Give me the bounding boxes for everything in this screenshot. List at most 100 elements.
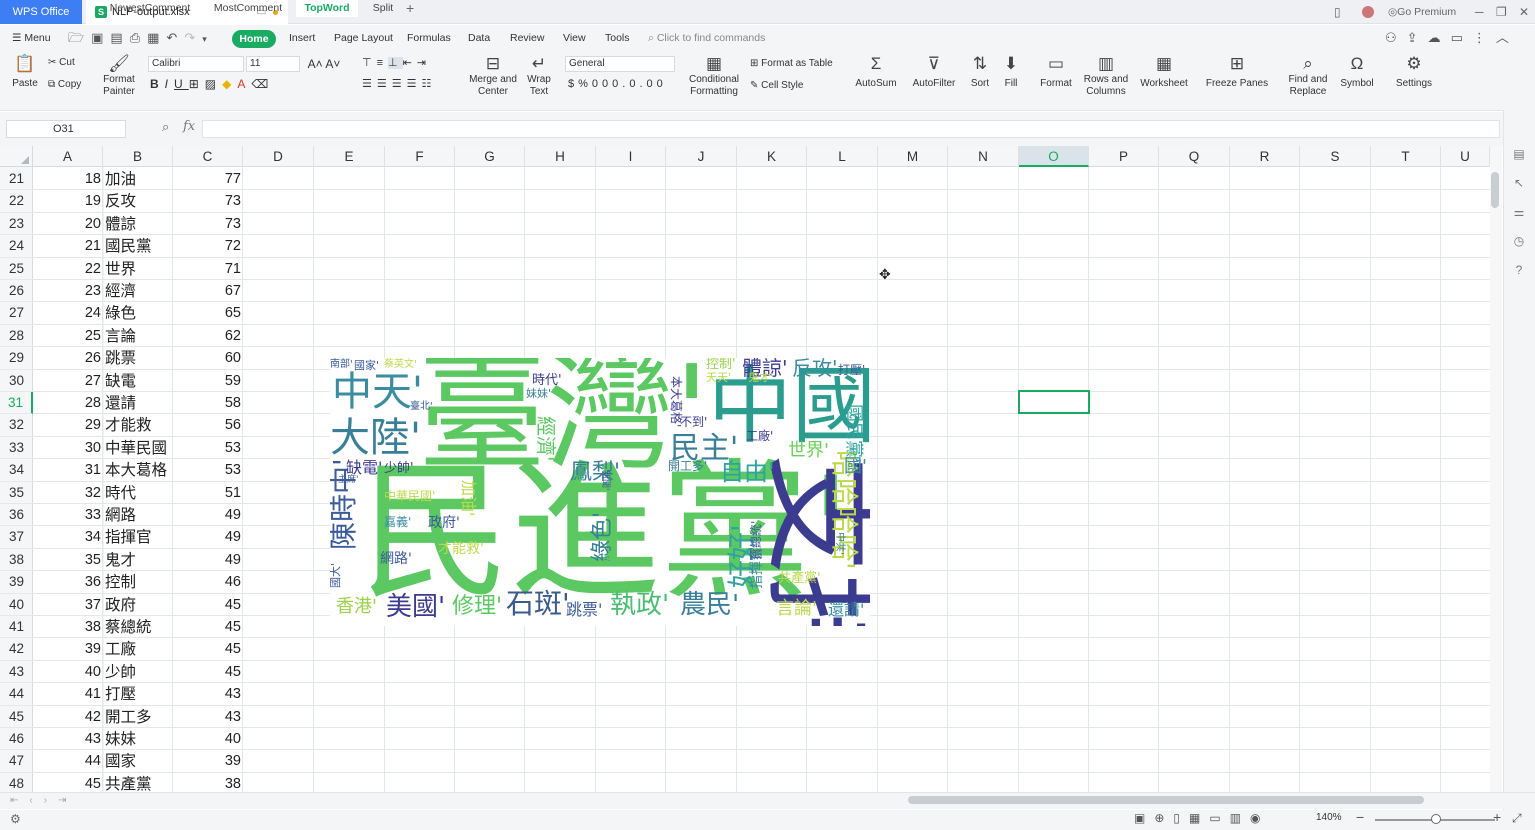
tab-formulas[interactable]: Formulas: [407, 25, 451, 51]
row-header-39[interactable]: 39: [0, 571, 33, 594]
currency-icon[interactable]: $: [568, 78, 578, 90]
symbol-button[interactable]: Ω Symbol: [1336, 54, 1378, 90]
sort-button[interactable]: ⇅ Sort: [966, 54, 994, 90]
row-header-25[interactable]: 25: [0, 258, 33, 280]
cell-count[interactable]: 53: [173, 459, 241, 481]
select-all-corner[interactable]: [0, 146, 33, 167]
cell-word[interactable]: 體諒: [105, 213, 136, 235]
row-header-43[interactable]: 43: [0, 661, 33, 684]
history-icon[interactable]: ◷: [1512, 227, 1526, 256]
font-size-select[interactable]: 11: [246, 56, 300, 72]
settings-button[interactable]: ⚙ Settings: [1392, 54, 1436, 90]
cell-rank[interactable]: 42: [33, 706, 101, 728]
open-file-icon[interactable]: 🗁: [68, 30, 91, 45]
cell-word[interactable]: 工廠: [105, 638, 136, 660]
row-header-37[interactable]: 37: [0, 526, 33, 549]
column-header-l[interactable]: L: [807, 146, 878, 167]
save-icon[interactable]: ▣: [91, 30, 110, 45]
decrease-decimal-icon[interactable]: .00: [639, 78, 666, 90]
format-as-table-button[interactable]: ⊞ Format as Table: [750, 58, 833, 70]
bold-button[interactable]: B: [150, 77, 165, 91]
cell-count[interactable]: 53: [173, 437, 241, 459]
thousands-icon[interactable]: 000: [592, 78, 622, 90]
cell-count[interactable]: 51: [173, 482, 241, 504]
cell-word[interactable]: 綠色: [105, 302, 136, 324]
column-header-a[interactable]: A: [33, 146, 103, 167]
row-header-42[interactable]: 42: [0, 638, 33, 661]
cell-count[interactable]: 43: [173, 706, 241, 728]
column-header-n[interactable]: N: [948, 146, 1019, 167]
vertical-scrollbar[interactable]: [1490, 146, 1502, 792]
wrap-text-button[interactable]: ↵ Wrap Text: [524, 54, 554, 98]
collaborate-icon[interactable]: ⚇: [1385, 30, 1407, 45]
cell-count[interactable]: 49: [173, 504, 241, 526]
column-header-m[interactable]: M: [878, 146, 948, 167]
column-header-j[interactable]: J: [666, 146, 737, 167]
align-center-icon[interactable]: ☰: [377, 78, 392, 90]
cell-rank[interactable]: 44: [33, 750, 101, 772]
cell-rank[interactable]: 19: [33, 190, 101, 212]
number-format-select[interactable]: General: [565, 56, 675, 72]
clear-format-icon[interactable]: ⌫: [251, 77, 274, 91]
cell-rank[interactable]: 34: [33, 526, 101, 548]
copy-button[interactable]: ⧉ Copy: [48, 79, 81, 91]
zoom-in-button[interactable]: +: [1493, 809, 1501, 825]
select-icon[interactable]: ↖: [1512, 169, 1526, 198]
menu-button[interactable]: ☰ Menu: [12, 25, 51, 51]
collapse-ribbon-icon[interactable]: ︿: [1496, 30, 1519, 45]
close-window-button[interactable]: ✕: [1519, 0, 1529, 24]
worksheet-button[interactable]: ▦ Worksheet: [1136, 54, 1192, 90]
cell-rank[interactable]: 26: [33, 347, 101, 369]
row-header-28[interactable]: 28: [0, 325, 33, 348]
print-preview-icon[interactable]: ▦: [147, 30, 166, 45]
row-header-21[interactable]: 21: [0, 168, 33, 191]
paste-button[interactable]: 📋 Paste: [8, 54, 42, 90]
sheet-tab-mostcomment[interactable]: MostComment: [206, 0, 290, 17]
column-header-u[interactable]: U: [1441, 146, 1490, 167]
row-header-36[interactable]: 36: [0, 504, 33, 527]
align-top-icon[interactable]: ⊤: [362, 57, 377, 69]
export-pdf-icon[interactable]: ▤: [110, 30, 129, 45]
cell-word[interactable]: 經濟: [105, 280, 136, 302]
cell-word[interactable]: 加油: [105, 168, 136, 190]
cell-word[interactable]: 還請: [105, 392, 136, 414]
tab-review[interactable]: Review: [510, 25, 544, 51]
comment-icon[interactable]: ▭: [1451, 30, 1473, 45]
cell-rank[interactable]: 29: [33, 414, 101, 436]
cell-rank[interactable]: 22: [33, 258, 101, 280]
column-header-f[interactable]: F: [385, 146, 455, 167]
cell-word[interactable]: 控制: [105, 571, 136, 593]
increase-decimal-icon[interactable]: .0: [622, 78, 639, 90]
cell-rank[interactable]: 45: [33, 773, 101, 792]
crosshair-icon[interactable]: ⊕: [1154, 811, 1173, 825]
align-middle-icon[interactable]: ≡: [377, 57, 388, 69]
cell-rank[interactable]: 32: [33, 482, 101, 504]
cell-rank[interactable]: 31: [33, 459, 101, 481]
cell-rank[interactable]: 38: [33, 616, 101, 638]
cell-word[interactable]: 妹妹: [105, 728, 136, 750]
cell-count[interactable]: 62: [173, 325, 241, 347]
help-icon[interactable]: ?: [1512, 256, 1526, 285]
minimize-button[interactable]: ─: [1475, 0, 1484, 24]
sheet-tab-newestcomment[interactable]: NewestComment: [104, 0, 196, 17]
tab-tools[interactable]: Tools: [605, 25, 630, 51]
cell-count[interactable]: 46: [173, 571, 241, 593]
column-header-t[interactable]: T: [1371, 146, 1441, 167]
vertical-scroll-thumb[interactable]: [1491, 172, 1499, 208]
formula-input[interactable]: [202, 120, 1500, 138]
page-break-icon[interactable]: ▥: [1230, 811, 1250, 825]
cell-rank[interactable]: 35: [33, 549, 101, 571]
reading-mode-icon[interactable]: ▯: [1334, 0, 1341, 24]
cell-rank[interactable]: 23: [33, 280, 101, 302]
indent-increase-icon[interactable]: ⇥: [417, 57, 431, 69]
cell-count[interactable]: 65: [173, 302, 241, 324]
indent-decrease-icon[interactable]: ⇤: [403, 57, 417, 69]
autosum-button[interactable]: Σ AutoSum: [852, 54, 900, 90]
cell-count[interactable]: 59: [173, 370, 241, 392]
column-header-h[interactable]: H: [525, 146, 596, 167]
cell-word[interactable]: 少帥: [105, 661, 136, 683]
find-replace-button[interactable]: ⌕ Find and Replace: [1284, 54, 1332, 98]
column-header-s[interactable]: S: [1300, 146, 1371, 167]
cell-rank[interactable]: 30: [33, 437, 101, 459]
align-left-icon[interactable]: ☰: [362, 78, 377, 90]
